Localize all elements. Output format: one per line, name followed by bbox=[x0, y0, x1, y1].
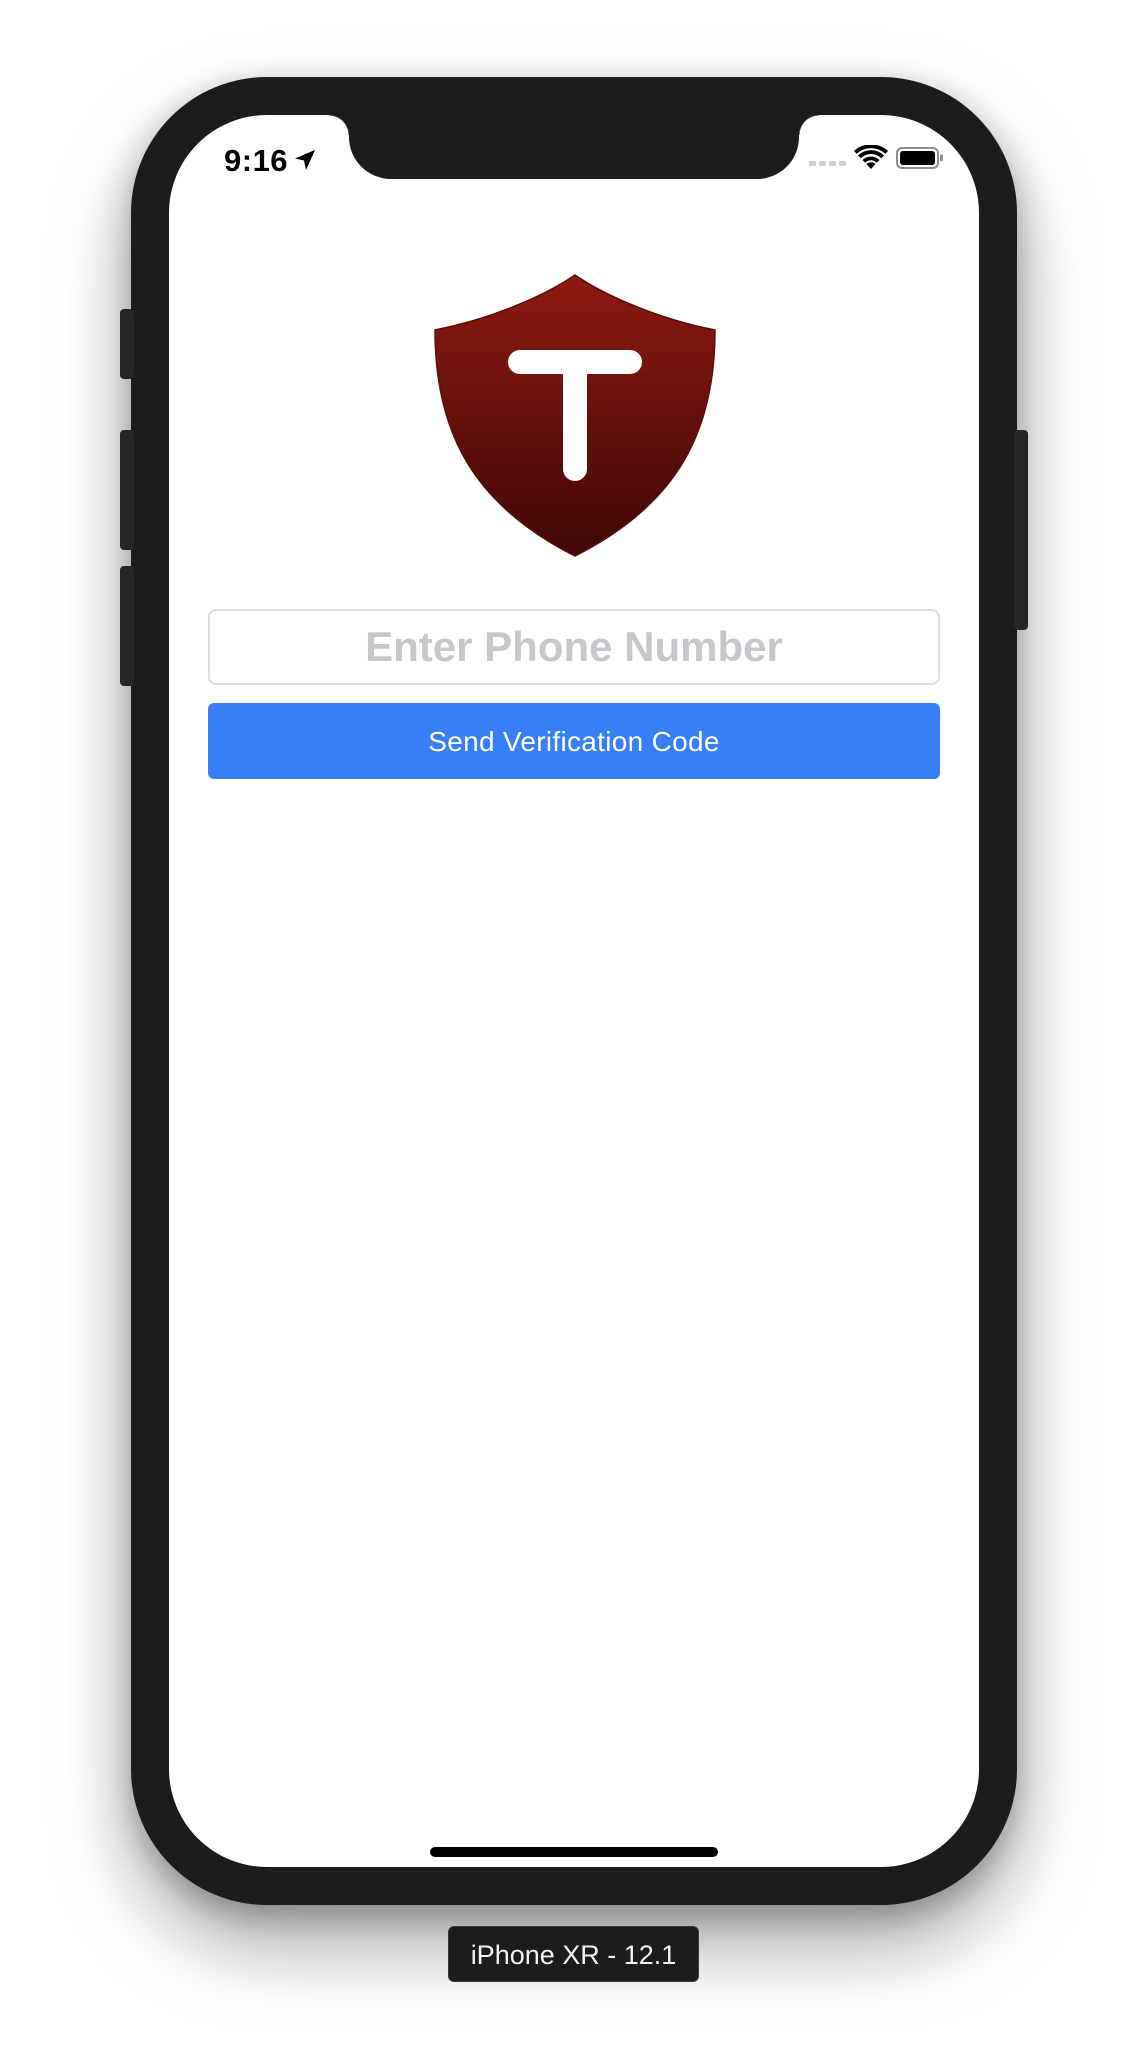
location-arrow-icon bbox=[295, 150, 315, 170]
power-button bbox=[1014, 430, 1028, 630]
status-time: 9:16 bbox=[224, 143, 289, 178]
shield-icon: T bbox=[434, 274, 716, 557]
volume-up-button bbox=[120, 430, 134, 550]
home-indicator[interactable] bbox=[430, 1847, 718, 1857]
cellular-signal-icon bbox=[809, 161, 846, 166]
battery-icon bbox=[896, 147, 943, 169]
silent-switch bbox=[120, 309, 134, 379]
volume-down-button bbox=[120, 566, 134, 686]
simulator-device-label: iPhone XR - 12.1 bbox=[448, 1926, 699, 1982]
notch bbox=[329, 115, 819, 179]
phone-number-input[interactable] bbox=[208, 609, 940, 685]
send-verification-code-button[interactable]: Send Verification Code bbox=[208, 703, 940, 779]
screen: 9:16 Enter Phone Number Send Verificatio… bbox=[169, 115, 979, 1867]
wifi-icon bbox=[854, 145, 888, 169]
device-frame: 9:16 Enter Phone Number Send Verificatio… bbox=[120, 77, 1028, 1905]
app-logo: T bbox=[434, 273, 716, 558]
